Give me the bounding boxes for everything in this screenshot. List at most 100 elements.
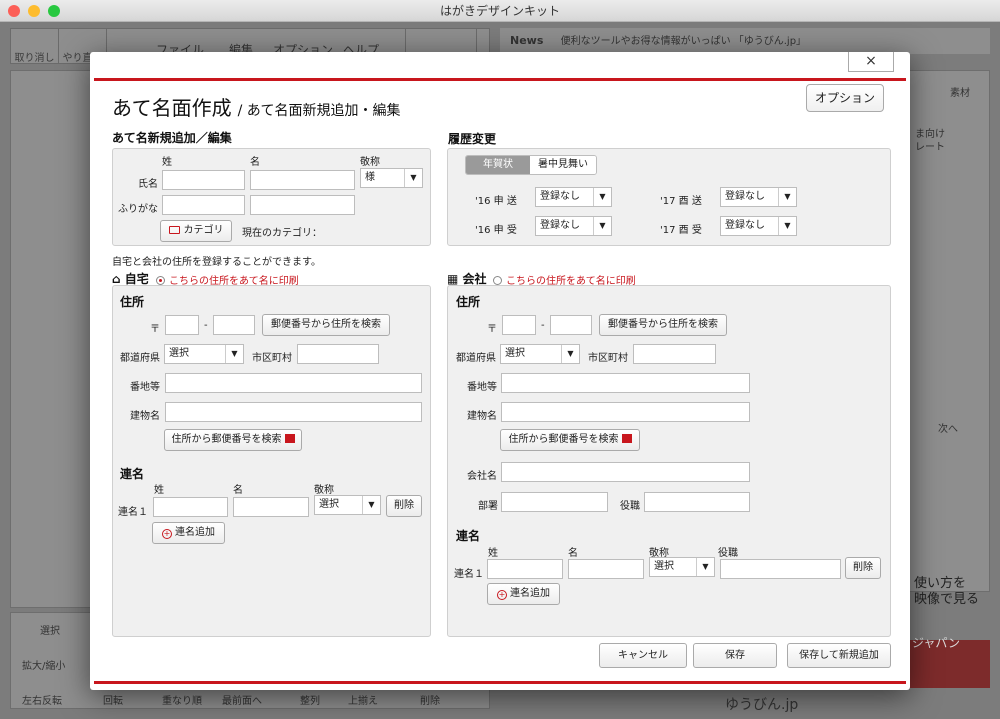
close-window-icon[interactable] — [8, 5, 20, 17]
history-title: 履歴変更 — [448, 132, 497, 146]
company-renmei-mei-input[interactable] — [568, 559, 644, 579]
home-renmei-sei-input[interactable] — [153, 497, 228, 517]
zoom-label[interactable]: 拡大/縮小 — [22, 657, 65, 672]
home-add-renmei-button[interactable]: + 連名追加 — [152, 522, 225, 544]
home-renmei-mei-input[interactable] — [233, 497, 309, 517]
home-postal-dash: - — [204, 320, 208, 331]
news-label: News — [510, 34, 544, 47]
align-top-label[interactable]: 上揃え — [348, 692, 378, 707]
home-search-address-button[interactable]: 郵便番号から住所を検索 — [262, 314, 390, 336]
radio-on-icon — [156, 276, 165, 285]
history-select-1[interactable]: 登録なし ▼ — [535, 187, 612, 207]
front-label[interactable]: 最前面へ — [222, 692, 262, 707]
company-renmei1-label: 連名１ — [454, 569, 484, 580]
home-postal2-input[interactable] — [213, 315, 255, 335]
bottom-red-line — [94, 681, 906, 684]
company-renmei-keisho-select[interactable]: 選択 ▼ — [649, 557, 715, 577]
tab-nengajo[interactable]: 年賀状 — [466, 156, 530, 174]
tab-shochu[interactable]: 暑中見舞い — [530, 156, 596, 174]
history-tabs: 年賀状 暑中見舞い — [465, 155, 597, 175]
home-renmei-keisho-select[interactable]: 選択 ▼ — [314, 495, 381, 515]
company-address-title: 住所 — [456, 295, 481, 309]
category-button[interactable]: カテゴリ — [160, 220, 232, 242]
dialog-close-button[interactable]: × — [848, 52, 894, 72]
company-dept-input[interactable] — [501, 492, 608, 512]
sei-kana-input[interactable] — [162, 195, 245, 215]
company-name-input[interactable] — [501, 462, 750, 482]
company-pref-label: 都道府県 — [456, 353, 496, 364]
company-pref-select[interactable]: 選択 ▼ — [500, 344, 580, 364]
company-postal1-input[interactable] — [502, 315, 536, 335]
pdf-icon — [284, 434, 295, 443]
company-building-input[interactable] — [501, 402, 750, 422]
next-label[interactable]: 次へ — [938, 420, 958, 435]
news-bar[interactable]: News 便利なツールやお得な情報がいっぱい 「ゆうびん.jp」 — [500, 28, 990, 54]
mei-input[interactable] — [250, 170, 355, 190]
home-postal1-input[interactable] — [165, 315, 199, 335]
current-category-label: 現在のカテゴリ： — [242, 228, 322, 239]
bg-delete-label[interactable]: 削除 — [420, 692, 440, 707]
chevron-down-icon: ▼ — [593, 188, 611, 206]
company-postal2-input[interactable] — [550, 315, 592, 335]
cancel-button[interactable]: キャンセル — [599, 643, 687, 668]
company-banchi-input[interactable] — [501, 373, 750, 393]
align-label[interactable]: 整列 — [300, 692, 320, 707]
company-search-postal-label: 住所から郵便番号を検索 — [508, 434, 619, 445]
chevron-down-icon: ▼ — [561, 345, 579, 363]
keisho-select[interactable]: 様 ▼ — [360, 168, 423, 188]
chevron-down-icon: ▼ — [225, 345, 243, 363]
col-sei-label: 姓 — [162, 157, 172, 168]
yubin-label[interactable]: ゆうびん.jp — [725, 694, 798, 714]
company-search-address-button[interactable]: 郵便番号から住所を検索 — [599, 314, 727, 336]
company-add-renmei-label: 連名追加 — [510, 588, 550, 599]
top-red-line — [94, 78, 906, 81]
company-add-renmei-button[interactable]: + 連名追加 — [487, 583, 560, 605]
rotate-label[interactable]: 回転 — [103, 692, 123, 707]
history-row-label-2: '16 申 受 — [475, 225, 517, 236]
plus-icon: + — [162, 529, 172, 539]
home-city-input[interactable] — [297, 344, 379, 364]
home-pref-label: 都道府県 — [120, 353, 160, 364]
company-role-label: 役職 — [620, 501, 640, 512]
history-select-4[interactable]: 登録なし ▼ — [720, 216, 797, 236]
home-renmei-delete-button[interactable]: 削除 — [386, 495, 422, 517]
mei-kana-input[interactable] — [250, 195, 355, 215]
select-tool-label[interactable]: 選択 — [40, 622, 60, 637]
dialog-title-main: あて名面作成 — [112, 96, 232, 120]
history-row-label-1: '16 申 送 — [475, 196, 517, 207]
order-label[interactable]: 重なり順 — [162, 692, 202, 707]
company-renmei-delete-button[interactable]: 削除 — [845, 557, 881, 579]
history-select-2[interactable]: 登録なし ▼ — [535, 216, 612, 236]
home-renmei-sei: 姓 — [154, 485, 164, 496]
minimize-window-icon[interactable] — [28, 5, 40, 17]
new-section-title: あて名新規追加／編集 — [112, 131, 232, 145]
home-postal-mark: 〒 — [150, 324, 160, 335]
pdf-icon — [621, 434, 632, 443]
home-pref-select[interactable]: 選択 ▼ — [164, 344, 244, 364]
company-city-input[interactable] — [633, 344, 716, 364]
home-search-postal-button[interactable]: 住所から郵便番号を検索 — [164, 429, 302, 451]
home-banchi-input[interactable] — [165, 373, 422, 393]
save-button[interactable]: 保存 — [693, 643, 777, 668]
kana-row-label: ふりがな — [118, 204, 158, 215]
history-select-3[interactable]: 登録なし ▼ — [720, 187, 797, 207]
flip-label[interactable]: 左右反転 — [22, 692, 62, 707]
company-search-postal-button[interactable]: 住所から郵便番号を検索 — [500, 429, 640, 451]
options-button[interactable]: オプション — [806, 84, 884, 112]
company-title-text: 会社 — [462, 272, 487, 286]
window-title: はがきデザインキット — [439, 4, 560, 18]
company-pref-value: 選択 — [505, 348, 525, 359]
company-renmei-role-input[interactable] — [720, 559, 841, 579]
company-banchi-label: 番地等 — [467, 382, 497, 393]
company-renmei-sei-input[interactable] — [487, 559, 563, 579]
chevron-down-icon: ▼ — [362, 496, 380, 514]
zoom-window-icon[interactable] — [48, 5, 60, 17]
undo-button[interactable]: 取り消し — [11, 29, 59, 64]
name-row-label: 氏名 — [138, 179, 158, 190]
history-value-4: 登録なし — [725, 220, 765, 231]
save-and-new-button[interactable]: 保存して新規追加 — [787, 643, 891, 668]
sei-input[interactable] — [162, 170, 245, 190]
company-role-input[interactable] — [644, 492, 750, 512]
home-building-input[interactable] — [165, 402, 422, 422]
home-renmei-mei: 名 — [233, 485, 243, 496]
